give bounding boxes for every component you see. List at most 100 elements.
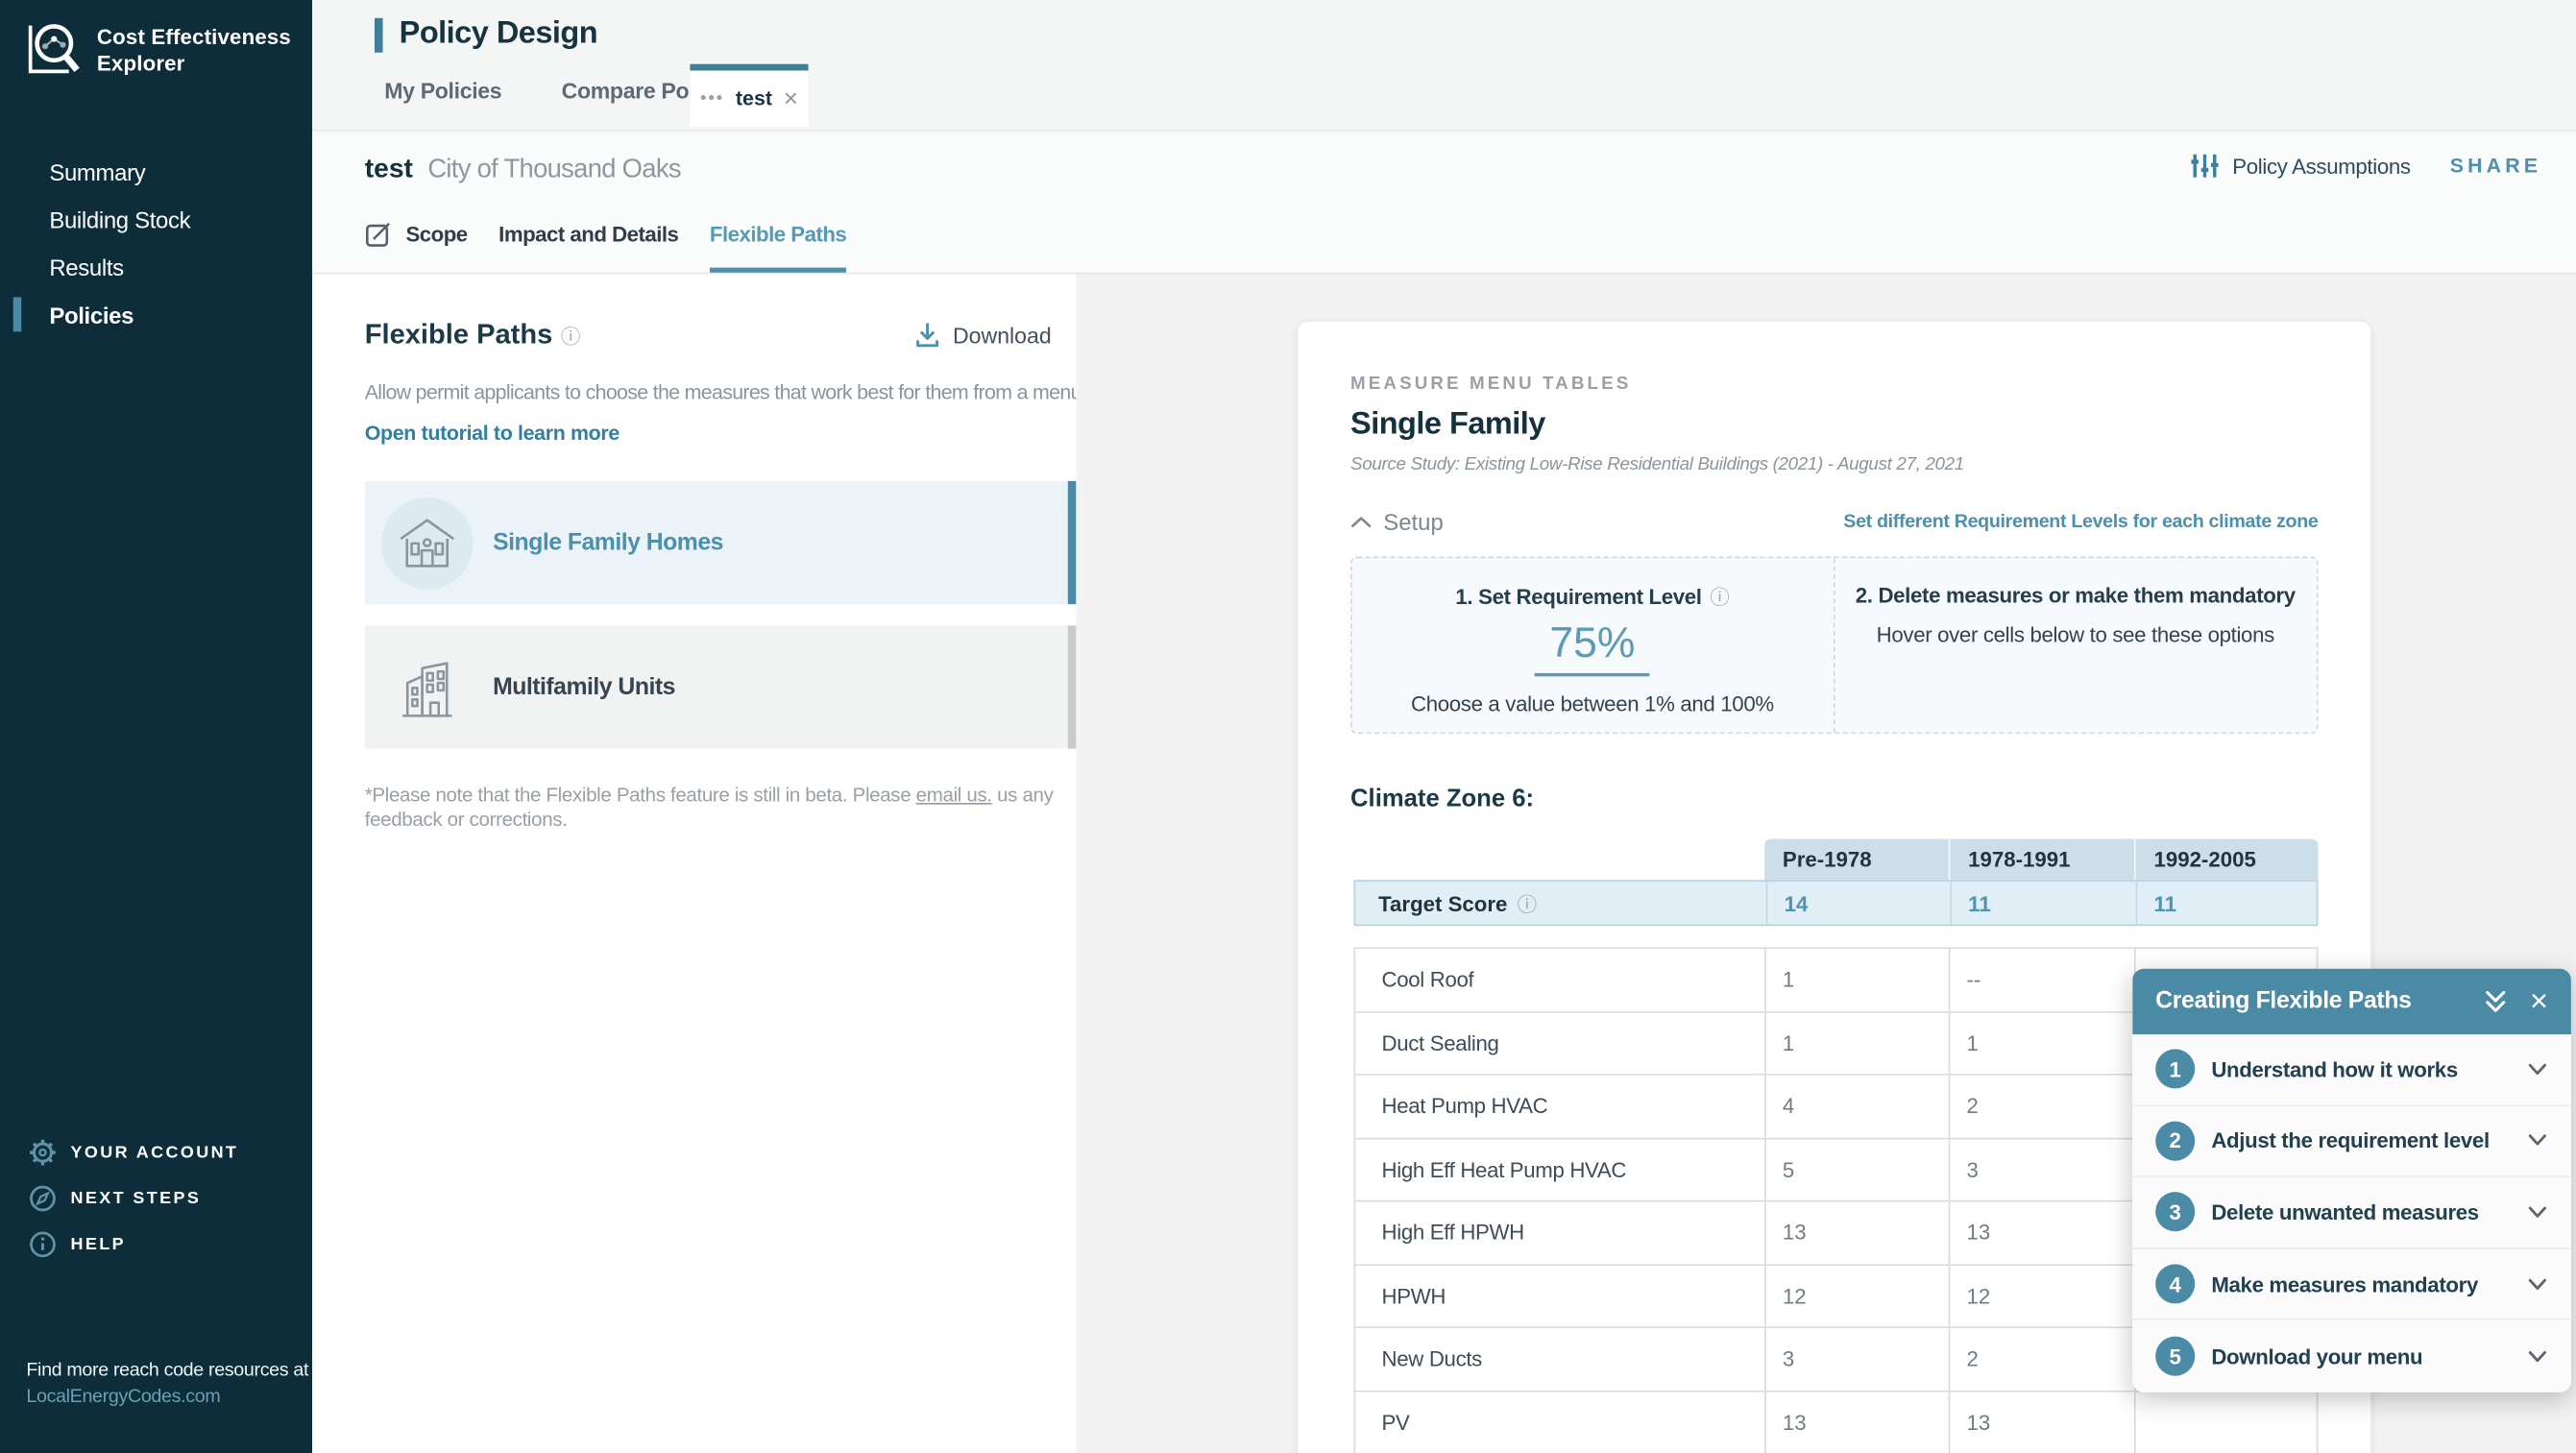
- subtab-scope[interactable]: Scope: [365, 201, 468, 273]
- building-card-multifamily[interactable]: Multifamily Units: [364, 625, 1077, 749]
- measure-score-cell[interactable]: 13: [1948, 1391, 2134, 1453]
- measure-name: High Eff HPWH: [1353, 1201, 1764, 1264]
- sidebar-item-summary[interactable]: Summary: [0, 148, 312, 196]
- info-icon[interactable]: ⓘ: [1518, 889, 1538, 917]
- measure-score-cell[interactable]: [2133, 1391, 2319, 1453]
- target-score-value[interactable]: 14: [1765, 882, 1951, 925]
- sidebar-item-your-account[interactable]: YOUR ACCOUNT: [0, 1129, 312, 1175]
- info-icon: [30, 1231, 56, 1258]
- chevron-down-icon: [2528, 1278, 2546, 1290]
- compass-icon: [30, 1185, 56, 1212]
- target-score-row: Target Score ⓘ 14 11 11: [1353, 880, 2321, 927]
- measure-score-cell[interactable]: 3: [1764, 1328, 1949, 1391]
- measure-score-cell[interactable]: 13: [1764, 1201, 1949, 1264]
- measure-name: Heat Pump HVAC: [1353, 1075, 1764, 1137]
- step1-hint: Choose a value between 1% and 100%: [1410, 690, 1774, 716]
- tutorial-step[interactable]: 1 Understand how it works: [2132, 1034, 2571, 1106]
- measure-score-cell[interactable]: 12: [1764, 1265, 1949, 1327]
- measure-score-cell[interactable]: 5: [1764, 1138, 1949, 1200]
- card-label: Single Family Homes: [493, 529, 723, 556]
- step-number-badge: 1: [2155, 1049, 2196, 1089]
- target-score-value[interactable]: 11: [1950, 882, 2135, 925]
- sidebar-item-help[interactable]: HELP: [0, 1222, 312, 1268]
- tutorial-step[interactable]: 4 Make measures mandatory: [2132, 1248, 2571, 1321]
- step-number-badge: 4: [2155, 1264, 2196, 1304]
- measure-score-cell[interactable]: 1: [1764, 949, 1949, 1011]
- tutorial-step[interactable]: 5 Download your menu: [2132, 1320, 2571, 1392]
- source-study: Source Study: Existing Low-Rise Resident…: [1350, 454, 1964, 475]
- footer-text: Find more reach code resources at: [26, 1361, 309, 1381]
- policy-subtabs: Scope Impact and Details Flexible Paths: [365, 201, 878, 273]
- climate-zone-levels-link[interactable]: Set different Requirement Levels for eac…: [1843, 512, 2319, 532]
- tutorial-header: Creating Flexible Paths ×: [2132, 968, 2571, 1035]
- footer-link[interactable]: LocalEnergyCodes.com: [26, 1388, 220, 1408]
- close-icon[interactable]: ×: [2530, 986, 2548, 1017]
- tutorial-step[interactable]: 3 Delete unwanted measures: [2132, 1177, 2571, 1249]
- step-number-badge: 3: [2155, 1192, 2196, 1233]
- target-score-value[interactable]: 11: [2135, 882, 2321, 925]
- measure-score-cell[interactable]: 13: [1764, 1391, 1949, 1453]
- measure-name: PV: [1353, 1391, 1764, 1453]
- building-card-single-family[interactable]: Single Family Homes: [364, 480, 1077, 605]
- sidebar-item-label: NEXT STEPS: [70, 1188, 202, 1209]
- tutorial-step[interactable]: 2 Adjust the requirement level: [2132, 1105, 2571, 1178]
- email-us-link[interactable]: email us.: [916, 783, 992, 806]
- info-icon[interactable]: ⓘ: [1710, 583, 1730, 611]
- download-button[interactable]: Download: [913, 321, 1052, 349]
- share-button[interactable]: SHARE: [2450, 155, 2541, 178]
- policy-assumptions-button[interactable]: Policy Assumptions: [2232, 154, 2411, 179]
- sidebar-item-policies[interactable]: Policies: [0, 291, 312, 339]
- app-logo[interactable]: Cost Effectiveness Explorer: [0, 0, 312, 79]
- setup-collapse-toggle[interactable]: Setup: [1350, 509, 1444, 535]
- card-icon-circle: [380, 496, 474, 589]
- sidebar-item-building-stock[interactable]: Building Stock: [0, 195, 312, 243]
- measure-score-cell[interactable]: 13: [1948, 1201, 2134, 1264]
- sidebar-item-results[interactable]: Results: [0, 243, 312, 291]
- measure-name: New Ducts: [1353, 1328, 1764, 1391]
- tab-test-active[interactable]: ••• test ×: [690, 63, 809, 127]
- collapse-button[interactable]: [2482, 990, 2508, 1013]
- subtab-label: Flexible Paths: [709, 221, 847, 247]
- step-label: Delete unwanted measures: [2211, 1199, 2479, 1225]
- measure-row: PV 13 13: [1353, 1391, 2319, 1453]
- measure-score-cell[interactable]: 4: [1764, 1075, 1949, 1137]
- measure-score-cell[interactable]: 2: [1948, 1075, 2134, 1137]
- section-eyebrow: MEASURE MENU TABLES: [1350, 374, 1632, 395]
- measure-score-cell[interactable]: 2: [1948, 1328, 2134, 1391]
- tab-my-policies[interactable]: My Policies: [384, 64, 501, 120]
- measure-score-cell[interactable]: 12: [1948, 1265, 2134, 1327]
- subtab-label: Impact and Details: [498, 221, 679, 247]
- open-tutorial-link[interactable]: Open tutorial to learn more: [365, 422, 620, 445]
- chevron-down-icon: [2528, 1206, 2546, 1218]
- measure-score-cell[interactable]: 1: [1948, 1011, 2134, 1075]
- card-bar: [1067, 625, 1077, 749]
- ellipsis-icon[interactable]: •••: [700, 88, 724, 109]
- requirement-level-input[interactable]: 75%: [1534, 618, 1650, 677]
- sidebar-utility: YOUR ACCOUNT NEXT STEPS HELP: [0, 1129, 312, 1268]
- sidebar-nav: Summary Building Stock Results Policies: [0, 148, 312, 338]
- sliders-icon[interactable]: [2190, 153, 2220, 179]
- close-icon[interactable]: ×: [784, 86, 798, 111]
- card-label: Multifamily Units: [493, 673, 675, 701]
- subtab-impact-and-details[interactable]: Impact and Details: [498, 201, 679, 273]
- subtab-label: Scope: [405, 221, 468, 247]
- sidebar: Cost Effectiveness Explorer Summary Build…: [0, 0, 312, 1453]
- subtab-flexible-paths[interactable]: Flexible Paths: [709, 201, 847, 273]
- measure-score-cell[interactable]: 1: [1764, 1011, 1949, 1075]
- header-spacer: [1353, 839, 1764, 881]
- delete-measures-section: 2. Delete measures or make them mandator…: [1835, 558, 2317, 732]
- target-score-label: Target Score ⓘ: [1378, 889, 1538, 917]
- sidebar-item-next-steps[interactable]: NEXT STEPS: [0, 1175, 312, 1222]
- measure-name: High Eff Heat Pump HVAC: [1353, 1138, 1764, 1200]
- step1-title: 1. Set Requirement Level ⓘ: [1455, 583, 1730, 611]
- panel-title: Flexible Paths ⓘ: [364, 318, 581, 351]
- sidebar-item-label: YOUR ACCOUNT: [70, 1142, 239, 1163]
- step-label: Understand how it works: [2211, 1056, 2458, 1082]
- sidebar-footer: Find more reach code resources at LocalE…: [26, 1358, 308, 1411]
- measure-score-cell[interactable]: --: [1948, 949, 2134, 1011]
- chevron-down-icon: [2528, 1063, 2546, 1075]
- measure-score-cell[interactable]: 3: [1948, 1138, 2134, 1200]
- measure-name: HPWH: [1353, 1265, 1764, 1327]
- policy-name: test: [364, 154, 413, 184]
- info-icon[interactable]: ⓘ: [561, 321, 581, 349]
